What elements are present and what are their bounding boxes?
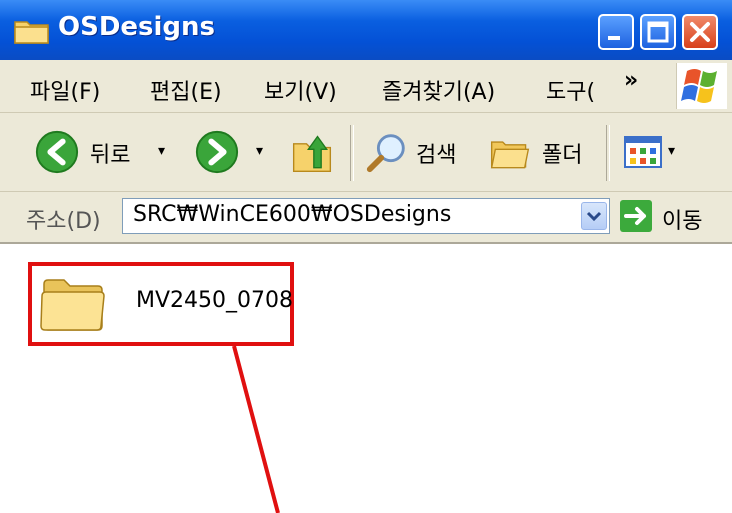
minimize-button[interactable] <box>598 14 634 50</box>
close-button[interactable] <box>682 14 718 50</box>
standard-toolbar: 뒤로 ▾ ▾ 검색 폴더 ▾ <box>0 113 732 192</box>
go-label[interactable]: 이동 <box>662 203 702 235</box>
windows-flag-icon <box>681 69 717 103</box>
views-button[interactable]: ▾ <box>620 125 696 179</box>
back-button[interactable]: 뒤로 ▾ <box>24 125 174 179</box>
windows-logo <box>676 63 727 109</box>
views-dropdown-icon[interactable]: ▾ <box>668 143 675 159</box>
toolbar-separator <box>606 125 610 181</box>
search-icon <box>366 134 405 173</box>
menu-tools[interactable]: 도구( <box>546 74 595 106</box>
views-grid-icon <box>624 136 662 168</box>
back-label: 뒤로 <box>90 143 131 168</box>
menu-edit[interactable]: 편집(E) <box>150 74 222 106</box>
forward-arrow-icon <box>195 130 239 174</box>
back-arrow-icon <box>35 130 79 174</box>
address-bar: 주소(D) 이동 <box>0 192 732 244</box>
menu-favorites[interactable]: 즐겨찾기(A) <box>382 74 495 106</box>
address-input[interactable] <box>133 202 573 227</box>
toolbar-separator <box>350 125 354 181</box>
folder-up-icon <box>292 135 332 173</box>
go-button[interactable] <box>620 200 652 232</box>
search-label: 검색 <box>416 143 457 168</box>
maximize-icon <box>647 21 669 43</box>
address-dropdown-button[interactable] <box>581 202 607 230</box>
address-label: 주소(D) <box>26 209 101 234</box>
search-button[interactable]: 검색 <box>364 125 474 179</box>
file-list-area[interactable]: MV2450_0708 <box>0 244 732 513</box>
menu-bar: 파일(F) 편집(E) 보기(V) 즐겨찾기(A) 도구( » <box>0 60 732 113</box>
folders-icon <box>490 141 530 169</box>
menu-file[interactable]: 파일(F) <box>30 74 100 106</box>
back-dropdown-icon[interactable]: ▾ <box>158 143 165 159</box>
explorer-window: OSDesigns 파일(F) 편집(E) 보기(V) 즐겨찾기(A) 도구( … <box>0 0 732 513</box>
forward-button[interactable]: ▾ <box>190 125 270 179</box>
title-bar[interactable]: OSDesigns <box>0 0 732 60</box>
folders-label: 폴더 <box>542 143 583 168</box>
maximize-button[interactable] <box>640 14 676 50</box>
folders-button[interactable]: 폴더 <box>484 125 594 179</box>
folder-icon <box>14 21 49 44</box>
window-title: OSDesigns <box>58 12 216 42</box>
close-icon <box>690 22 710 42</box>
menu-overflow-chevron[interactable]: » <box>624 68 638 93</box>
address-field[interactable] <box>122 198 610 234</box>
forward-dropdown-icon[interactable]: ▾ <box>256 143 263 159</box>
menu-view[interactable]: 보기(V) <box>264 74 337 106</box>
up-folder-button[interactable] <box>288 125 338 179</box>
chevron-down-icon <box>586 211 602 222</box>
annotation-line <box>232 345 280 513</box>
go-arrow-icon <box>624 207 646 225</box>
minimize-icon <box>608 36 620 40</box>
